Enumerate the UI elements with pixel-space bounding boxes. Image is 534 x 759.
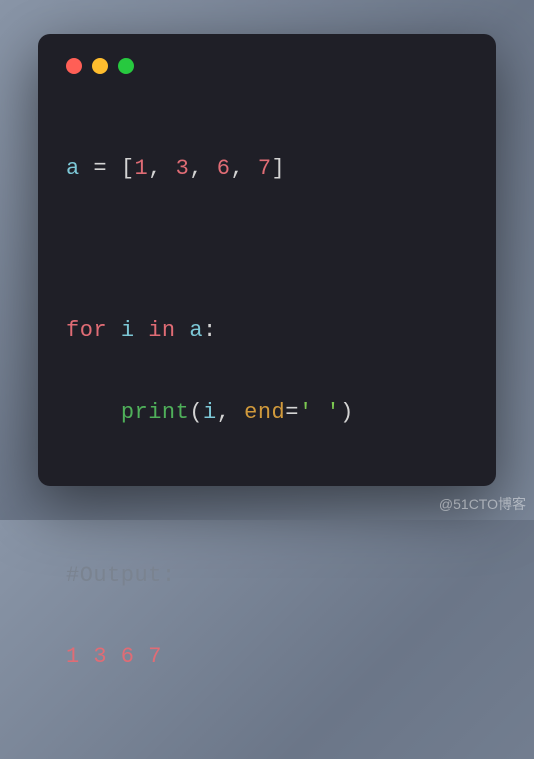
tok-var-i: i — [203, 400, 217, 425]
watermark: @51CTO博客 — [439, 494, 526, 514]
tok-comma: , — [217, 400, 244, 425]
tok-eq: = — [80, 156, 121, 181]
minimize-icon[interactable] — [92, 58, 108, 74]
tok-lparen: ( — [189, 400, 203, 425]
code-line-4: print(i, end=' ') — [66, 393, 468, 434]
tok-num: 6 — [217, 156, 231, 181]
tok-var-a: a — [66, 156, 80, 181]
tok-space — [176, 318, 190, 343]
tok-var-i: i — [121, 318, 135, 343]
tok-num: 1 — [135, 156, 149, 181]
tok-indent — [66, 400, 121, 425]
tok-lbracket: [ — [121, 156, 135, 181]
code-line-blank — [66, 230, 468, 271]
tok-param-end: end — [244, 400, 285, 425]
code-line-1: a = [1, 3, 6, 7] — [66, 149, 468, 190]
tok-eq: = — [285, 400, 299, 425]
code-line-blank — [66, 474, 468, 515]
code-window: a = [1, 3, 6, 7] for i in a: print(i, en… — [38, 34, 496, 486]
tok-rparen: ) — [340, 400, 354, 425]
tok-comma: , — [189, 156, 216, 181]
tok-for: for — [66, 318, 107, 343]
tok-space — [107, 318, 121, 343]
tok-num: 7 — [258, 156, 272, 181]
tok-output: 1 3 6 7 — [66, 644, 162, 669]
tok-in: in — [148, 318, 175, 343]
close-icon[interactable] — [66, 58, 82, 74]
tok-comment: #Output: — [66, 563, 176, 588]
tok-space — [135, 318, 149, 343]
tok-comma: , — [230, 156, 257, 181]
code-line-3: for i in a: — [66, 311, 468, 352]
code-line-6: #Output: — [66, 556, 468, 597]
code-block: a = [1, 3, 6, 7] for i in a: print(i, en… — [66, 108, 468, 759]
tok-comma: , — [148, 156, 175, 181]
tok-func-print: print — [121, 400, 190, 425]
maximize-icon[interactable] — [118, 58, 134, 74]
tok-rbracket: ] — [272, 156, 286, 181]
tok-var-a: a — [189, 318, 203, 343]
code-line-7: 1 3 6 7 — [66, 637, 468, 678]
tok-colon: : — [203, 318, 217, 343]
tok-string: ' ' — [299, 400, 340, 425]
traffic-lights — [66, 58, 468, 74]
tok-num: 3 — [176, 156, 190, 181]
